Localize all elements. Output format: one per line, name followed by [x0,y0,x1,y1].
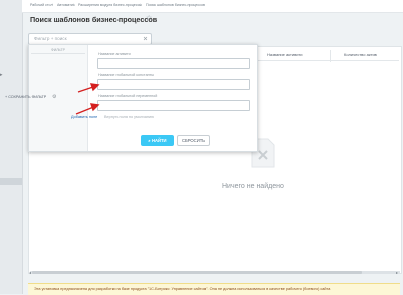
empty-state-text: Ничего не найдено [222,183,284,190]
find-button-label: НАЙТИ [151,138,167,143]
field-label: Название активити [98,52,131,56]
sidebar-marker: ▸ [0,72,3,78]
add-field-link[interactable]: Добавить поле [71,115,97,119]
page-title: Поиск шаблонов бизнес-процессов [30,15,158,24]
scroll-right-icon[interactable]: ▸ [396,270,398,275]
divider [31,53,85,54]
save-filter-button[interactable]: + СОХРАНИТЬ ФИЛЬТР [5,95,46,99]
breadcrumb-item: Поиск шаблонов бизнес-процессов [146,3,205,7]
dev-install-notice: Эта установка предназначена для разработ… [28,283,400,295]
favorite-star-icon[interactable]: ☆ [146,15,152,23]
field-label: Название глобальной константы [98,73,154,77]
close-icon[interactable] [143,36,148,41]
breadcrumb-separator: / [52,3,53,7]
notice-text: Эта установка предназначена для разработ… [34,287,331,291]
scrollbar-thumb[interactable] [32,271,362,274]
scroll-left-icon[interactable]: ◂ [29,270,31,275]
reset-button[interactable]: СБРОСИТЬ [177,135,210,146]
breadcrumb-separator: / [73,3,74,7]
restore-default-fields-link[interactable]: Вернуть поля по умолчанию [104,115,154,119]
save-filter-label: СОХРАНИТЬ ФИЛЬТР [8,95,47,99]
field-label: Название глобальной переменной [98,94,158,98]
column-header[interactable]: Название активити [267,52,303,57]
breadcrumb-item[interactable]: Расширения модуля бизнес-процессы [78,3,142,7]
search-placeholder: Фильтр + поиск [34,36,67,41]
left-sidebar: ▸ [0,0,23,294]
column-header[interactable]: Количество актив [344,52,377,57]
breadcrumb-item[interactable]: Рабочий стол [30,3,53,7]
activity-name-field[interactable] [97,58,250,69]
gear-icon[interactable]: ⚙ [52,94,56,100]
global-variable-field[interactable] [97,100,250,111]
filter-presets-header: ФИЛЬТР [51,48,65,52]
global-constant-field[interactable] [97,79,250,90]
breadcrumb-item[interactable]: Автоматиз [57,3,75,7]
breadcrumb-separator: / [140,3,141,7]
sidebar-active-strip[interactable] [0,178,22,185]
find-button[interactable]: ⌕ НАЙТИ [141,135,174,146]
header-divider [256,60,399,61]
horizontal-scrollbar[interactable]: ◂ ▸ [29,270,400,275]
